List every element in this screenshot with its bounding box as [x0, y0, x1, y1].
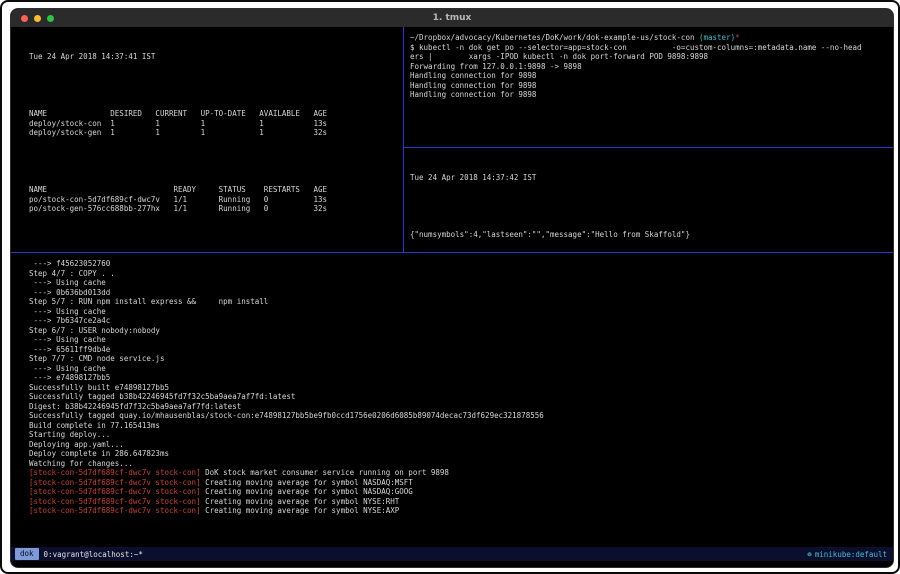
window-indicator-tab[interactable]: 0:vagrant@localhost:~* [44, 550, 143, 559]
timestamp: Tue 24 Apr 2018 14:37:41 IST [29, 52, 397, 62]
zoom-button[interactable] [47, 15, 54, 22]
status-right: ☸ minikube:default [807, 550, 891, 559]
terminal-text-segment: Creating moving average for symbol NYSE:… [201, 497, 400, 506]
terminal-line: [stock-con-5d7df689cf-dwc7v stock-con] D… [29, 468, 889, 478]
terminal-text-segment: Creating moving average for symbol NYSE:… [201, 506, 400, 515]
shell-command-pane[interactable]: ~/Dropbox/advocacy/Kubernetes/DoK/work/d… [404, 27, 894, 147]
terminal-line: Watching for changes... [29, 459, 889, 469]
terminal-line: Handling connection for 9898 [410, 71, 891, 81]
terminal-line: Successfully built e74898127bb5 [29, 383, 889, 393]
terminal-text-segment: ~/Dropbox/advocacy/Kubernetes/DoK/work/d… [410, 33, 699, 42]
terminal-line: Step 6/7 : USER nobody:nobody [29, 326, 889, 336]
terminal-text-segment: [stock-con-5d7df689cf-dwc7v stock-con] [29, 478, 201, 487]
terminal-line: ---> f45623052760 [29, 259, 889, 269]
window-title: 1. tmux [433, 13, 472, 23]
terminal-line: ---> Using cache [29, 364, 889, 374]
screenshot-frame: 1. tmux Tue 24 Apr 2018 14:37:41 IST NAM… [0, 0, 900, 574]
terminal-line: Handling connection for 9898 [410, 81, 891, 91]
kubectl-watch-pane[interactable]: Tue 24 Apr 2018 14:37:41 IST NAME DESIRE… [11, 27, 403, 251]
terminal-text-segment: [stock-con-5d7df689cf-dwc7v stock-con] [29, 487, 201, 496]
terminal-line: Successfully tagged quay.io/mhausenblas/… [29, 411, 889, 421]
terminal-line: [stock-con-5d7df689cf-dwc7v stock-con] C… [29, 478, 889, 488]
terminal-line: Build complete in 77.165413ms [29, 421, 889, 431]
session-name-badge: dok [15, 548, 39, 560]
terminal-line: [stock-con-5d7df689cf-dwc7v stock-con] C… [29, 497, 889, 507]
terminal-text-segment: (master) [699, 33, 735, 42]
terminal-line: Step 5/7 : RUN npm install express && np… [29, 297, 889, 307]
terminal-line: ---> Using cache [29, 335, 889, 345]
terminal-line: ---> e74898127bb5 [29, 373, 889, 383]
terminal-line: [stock-con-5d7df689cf-dwc7v stock-con] C… [29, 487, 889, 497]
terminal-line: Forwarding from 127.0.0.1:9898 -> 9898 [410, 62, 891, 72]
terminal-text-segment: Creating moving average for symbol NASDA… [201, 487, 413, 496]
terminal-line: Digest: b38b42246945fd7f32c5ba9aea7af7fd… [29, 402, 889, 412]
terminal-line: [stock-con-5d7df689cf-dwc7v stock-con] C… [29, 506, 889, 516]
terminal-line: po/stock-con-5d7df689cf-dwc7v 1/1 Runnin… [29, 195, 397, 205]
kube-context-label: minikube:default [815, 550, 887, 559]
blank-line [29, 81, 397, 91]
window-controls [21, 15, 54, 22]
kubernetes-helm-icon: ☸ [807, 550, 812, 559]
terminal-line: ---> Using cache [29, 278, 889, 288]
timestamp: Tue 24 Apr 2018 14:37:42 IST [410, 173, 891, 183]
minimize-button[interactable] [34, 15, 41, 22]
terminal-line: Successfully tagged b38b42246945fd7f32c5… [29, 392, 889, 402]
terminal-line: deploy/stock-gen 1 1 1 1 32s [29, 128, 397, 138]
terminal-line: Step 7/7 : CMD node service.js [29, 354, 889, 364]
terminal-line: ers | xargs -IPOD kubectl -n dok port-fo… [410, 52, 891, 62]
terminal-line: ---> 7b6347ce2a4c [29, 316, 889, 326]
skaffold-build-log-pane[interactable]: ---> f45623052760Step 4/7 : COPY . . ---… [11, 253, 894, 547]
blank-line [29, 233, 397, 243]
terminal-line: po/stock-gen-576cc688bb-277hx 1/1 Runnin… [29, 204, 397, 214]
tmux-status-bar: dok 0:vagrant@localhost:~* ☸ minikube:de… [11, 547, 894, 561]
blank-line [29, 157, 397, 167]
terminal-line: Starting deploy... [29, 430, 889, 440]
terminal-text-segment: [stock-con-5d7df689cf-dwc7v stock-con] [29, 468, 201, 477]
json-response: {"numsymbols":4,"lastseen":"","message":… [410, 230, 891, 240]
terminal-text-segment: Creating moving average for symbol NASDA… [201, 478, 413, 487]
terminal-line: Handling connection for 9898 [410, 90, 891, 100]
terminal-text-segment: * [735, 33, 740, 42]
terminal-line: ---> 65611ff9db4e [29, 345, 889, 355]
terminal-line: ---> Using cache [29, 307, 889, 317]
terminal-line: Step 4/7 : COPY . . [29, 269, 889, 279]
terminal-line: NAME DESIRED CURRENT UP-TO-DATE AVAILABL… [29, 109, 397, 119]
deployments-table: NAME DESIRED CURRENT UP-TO-DATE AVAILABL… [29, 109, 397, 138]
terminal-line: NAME READY STATUS RESTARTS AGE [29, 185, 397, 195]
terminal-line: ---> 0b636bd013dd [29, 288, 889, 298]
terminal-line: ~/Dropbox/advocacy/Kubernetes/DoK/work/d… [410, 33, 891, 43]
pods-table: NAME READY STATUS RESTARTS AGEpo/stock-c… [29, 185, 397, 214]
close-button[interactable] [21, 15, 28, 22]
terminal-text-segment: [stock-con-5d7df689cf-dwc7v stock-con] [29, 497, 201, 506]
terminal-text-segment: [stock-con-5d7df689cf-dwc7v stock-con] [29, 506, 201, 515]
terminal-line: Deploying app.yaml... [29, 440, 889, 450]
window-titlebar[interactable]: 1. tmux [11, 9, 893, 27]
terminal-window: 1. tmux Tue 24 Apr 2018 14:37:41 IST NAM… [10, 8, 894, 568]
tmux-session: Tue 24 Apr 2018 14:37:41 IST NAME DESIRE… [11, 27, 894, 568]
blank-line [410, 202, 891, 212]
terminal-line: deploy/stock-con 1 1 1 1 13s [29, 119, 397, 129]
service-response-pane[interactable]: Tue 24 Apr 2018 14:37:42 IST {"numsymbol… [404, 148, 894, 251]
terminal-text-segment: DoK stock market consumer service runnin… [201, 468, 449, 477]
terminal-line: $ kubectl -n dok get po --selector=app=s… [410, 43, 891, 53]
terminal-line: Deploy complete in 286.647823ms [29, 449, 889, 459]
